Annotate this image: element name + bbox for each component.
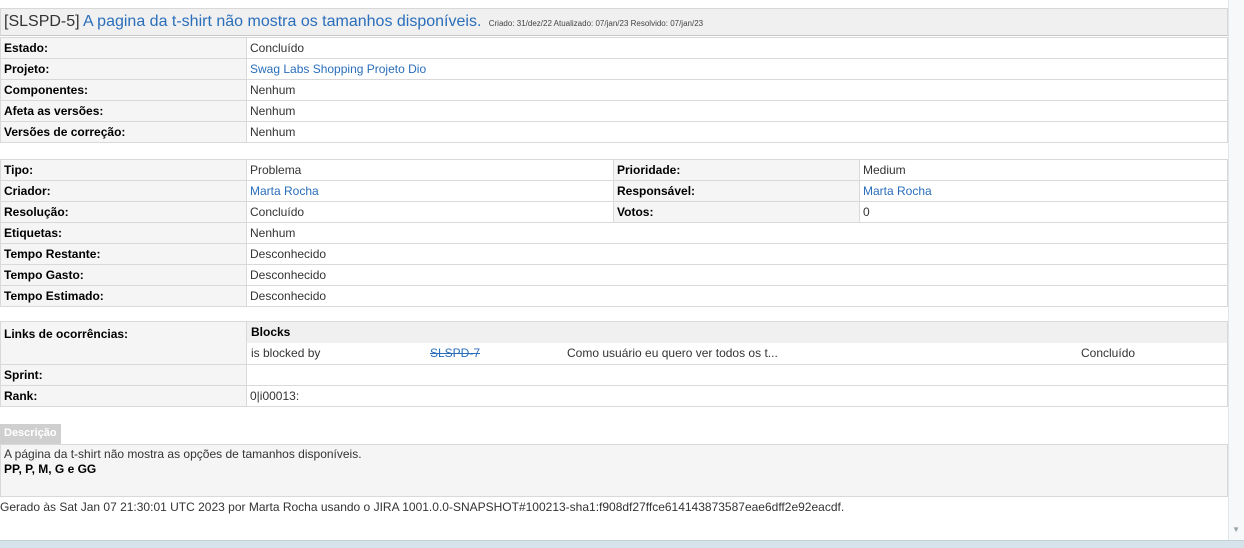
vertical-scrollbar[interactable]: ▼ [1228,0,1244,540]
tempo-restante-value: Desconhecido [246,243,1228,265]
taskbar-strip [0,540,1244,548]
description-text: A página da t-shirt não mostra as opções… [4,447,362,461]
projeto-link[interactable]: Swag Labs Shopping Projeto Dio [250,62,426,76]
sprint-value [246,364,1228,386]
details-table: Estado: Concluído Projeto: Swag Labs Sho… [0,37,1228,143]
issue-header: [SLSPD-5] A pagina da t-shirt não mostra… [0,8,1228,36]
tempo-restante-label: Tempo Restante: [0,243,247,265]
issue-page: [SLSPD-5] A pagina da t-shirt não mostra… [0,0,1228,540]
criador-link[interactable]: Marta Rocha [250,184,319,198]
resolucao-label: Resolução: [0,201,247,223]
rank-label: Rank: [0,385,247,407]
generated-footer: Gerado às Sat Jan 07 21:30:01 UTC 2023 p… [0,500,845,514]
etiquetas-label: Etiquetas: [0,222,247,244]
description-tab: Descrição [0,424,61,444]
table-row: Etiquetas: Nenhum [0,222,1228,244]
table-row: Tempo Estimado: Desconhecido [0,285,1228,307]
table-row: Estado: Concluído [0,37,1228,59]
prioridade-label: Prioridade: [613,159,860,181]
table-row: Sprint: [0,364,1228,386]
versoes-correcao-value: Nenhum [246,121,1228,143]
linked-issue-status: Concluído [1081,346,1136,361]
sprint-label: Sprint: [0,364,247,386]
projeto-label: Projeto: [0,58,247,80]
links-table: Links de ocorrências: Blocks is blocked … [0,320,1228,407]
tempo-estimado-value: Desconhecido [246,285,1228,307]
tempo-estimado-label: Tempo Estimado: [0,285,247,307]
description-box: A página da t-shirt não mostra as opções… [0,444,1228,497]
table-row: Links de ocorrências: Blocks [0,320,1228,365]
resolucao-value: Concluído [246,201,614,223]
afeta-versoes-label: Afeta as versões: [0,100,247,122]
criador-label: Criador: [0,180,247,202]
table-row: Versões de correção: Nenhum [0,121,1228,143]
table-row: Tipo: Problema Prioridade: Medium [0,159,1228,181]
votos-value: 0 [859,201,1228,223]
afeta-versoes-value: Nenhum [246,100,1228,122]
estado-value: Concluído [246,37,1228,59]
table-row: Rank: 0|i00013: [0,385,1228,407]
tipo-label: Tipo: [0,159,247,181]
table-row: Resolução: Concluído Votos: 0 [0,201,1228,223]
table-row: Criador: Marta Rocha Responsável: Marta … [0,180,1228,202]
scroll-down-icon[interactable]: ▼ [1232,525,1240,534]
estado-label: Estado: [0,37,247,59]
links-label: Links de ocorrências: [0,321,247,365]
versoes-correcao-label: Versões de correção: [0,121,247,143]
responsavel-label: Responsável: [613,180,860,202]
issue-dates: Criado: 31/dez/22 Atualizado: 07/jan/23 … [488,19,704,28]
etiquetas-value: Nenhum [246,222,1228,244]
table-row: Tempo Restante: Desconhecido [0,243,1228,265]
description-sizes: PP, P, M, G e GG [4,462,97,476]
people-table: Tipo: Problema Prioridade: Medium Criado… [0,159,1228,307]
table-row: Componentes: Nenhum [0,79,1228,101]
table-row: Afeta as versões: Nenhum [0,100,1228,122]
tempo-gasto-value: Desconhecido [246,264,1228,286]
prioridade-value: Medium [859,159,1228,181]
tipo-value: Problema [246,159,614,181]
linked-issue-summary: Como usuário eu quero ver todos os t... [567,346,778,361]
responsavel-link[interactable]: Marta Rocha [863,184,932,198]
link-relation: is blocked by [251,346,321,361]
blocks-heading: Blocks [246,320,1228,343]
componentes-label: Componentes: [0,79,247,101]
tempo-gasto-label: Tempo Gasto: [0,264,247,286]
linked-issue-key[interactable]: SLSPD-7 [430,346,567,360]
issue-key: [SLSPD-5] [4,13,80,30]
table-row: Tempo Gasto: Desconhecido [0,264,1228,286]
votos-label: Votos: [613,201,860,223]
issue-summary-link[interactable]: A pagina da t-shirt não mostra os tamanh… [83,13,481,30]
componentes-value: Nenhum [246,79,1228,101]
rank-value: 0|i00013: [246,385,1228,407]
table-row: Projeto: Swag Labs Shopping Projeto Dio [0,58,1228,80]
